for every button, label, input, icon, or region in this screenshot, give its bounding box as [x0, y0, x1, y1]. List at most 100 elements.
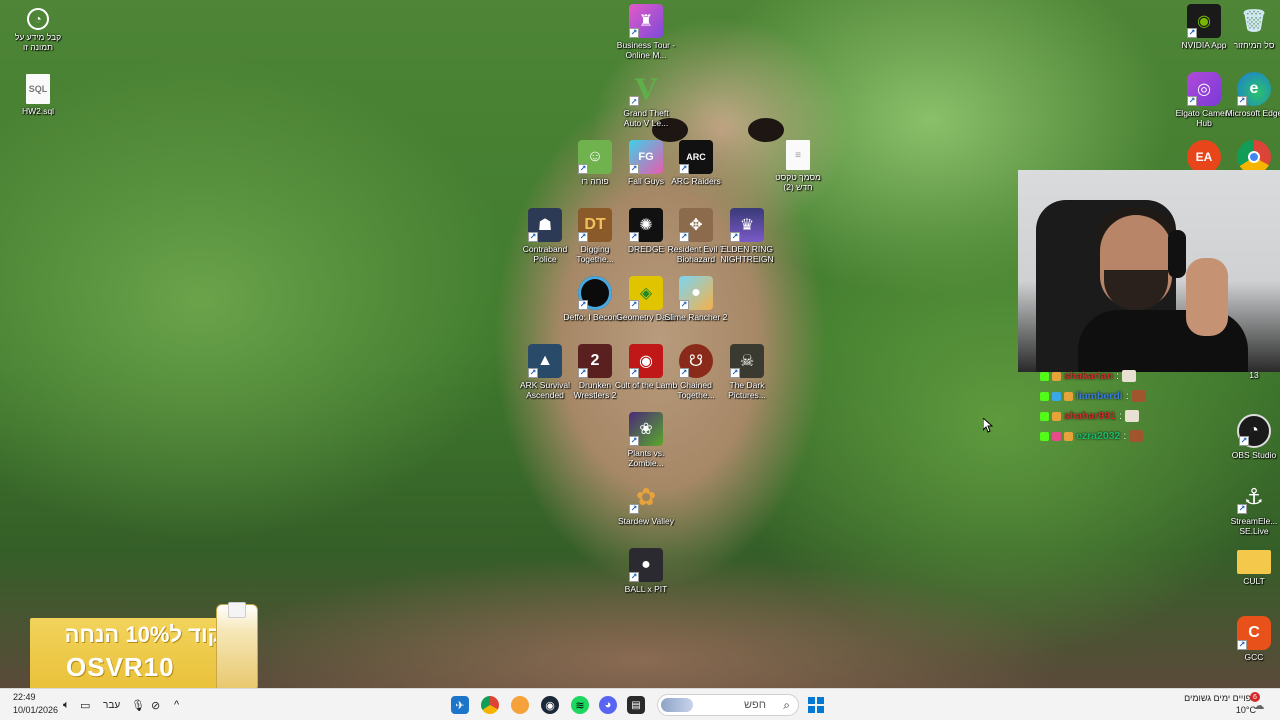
taskbar-app-spotify-icon[interactable]: ≋ [571, 696, 589, 714]
weather-widget[interactable]: צפויים ימים גשומים 10°C [1184, 692, 1256, 716]
geometry-dash-icon: ◈ ↗ [629, 276, 663, 310]
desktop-icon-dark-pictures[interactable]: ☠ ↗ The Dark Pictures... [715, 344, 779, 400]
promo-text: קוד ל10% הנחה [64, 622, 222, 647]
desktop-icon-obs[interactable]: ◔ ↗ OBS Studio [1222, 414, 1280, 460]
chat-username: shahar991 [1064, 410, 1116, 422]
desktop-icon-gta[interactable]: V ↗ Grand Theft Auto V Le... [614, 72, 678, 129]
streamelements-icon: ⚓ ↗ [1237, 484, 1264, 514]
desktop-icon-cult-folder[interactable]: CULT [1222, 550, 1280, 586]
kick-badge-icon [1040, 411, 1049, 421]
ea-icon: EA [1187, 140, 1221, 174]
icon-label: ELDEN RING NIGHTREIGN [720, 244, 774, 264]
desktop-icon-business-tour[interactable]: ♜ ↗ Business Tour - Online M... [614, 4, 678, 60]
webcam-headset [1168, 230, 1186, 278]
chat-emote-icon [1131, 390, 1146, 402]
chat-separator: : [1123, 430, 1127, 442]
icon-label: Business Tour - Online M... [616, 40, 676, 60]
icon-label: CULT [1243, 576, 1265, 586]
chat-username: shakarian [1064, 370, 1114, 382]
obs-icon: ◔ ↗ [1237, 414, 1271, 448]
gem-badge-icon [1052, 431, 1061, 441]
speaker-icon[interactable]: 🔈︎ [63, 696, 70, 714]
re7-icon: ✥ ↗ [679, 208, 713, 242]
chrome-icon [1237, 140, 1271, 174]
mouse-cursor-icon [983, 418, 993, 433]
cult-lamb-icon: ◉ ↗ [629, 344, 663, 378]
desktop-icon-gcc[interactable]: C ↗ GCC [1222, 616, 1280, 662]
desktop-icon-info[interactable]: ◔ קבל מידע על תמונה זו [6, 8, 70, 52]
chat-emote-icon [1129, 430, 1144, 442]
promo-banner: קוד ל10% הנחה OSVR10 [30, 618, 244, 690]
wallpaper-detail [748, 118, 784, 142]
clock-date[interactable]: 10/01/2026 [13, 705, 58, 715]
desktop-icon-pvz[interactable]: ❀ ↗ Plants vs. Zombie... [614, 412, 678, 468]
edge-icon: e ↗ [1237, 72, 1271, 106]
language-indicator[interactable]: עבר [103, 696, 120, 714]
search-highlight-image [661, 698, 693, 712]
desktop-icon-edge[interactable]: e ↗ Microsoft Edge [1222, 72, 1280, 118]
search-icon: ⌕ [783, 698, 790, 712]
kick-badge-icon [1040, 431, 1049, 441]
icon-label: קבל מידע על תמונה זו [14, 32, 62, 52]
file-icon: SQL [26, 74, 50, 104]
network-icon[interactable]: ▭ [80, 696, 90, 714]
icon-label: סל המיחזור [1233, 40, 1275, 50]
desktop-icon-text-file[interactable]: ≡ מסמך טקסט חדש (2) [766, 140, 830, 192]
arc-raiders-icon: ARC ↗ [679, 140, 713, 174]
desktop-icon-ball-pit[interactable]: ● ↗ BALL x PIT [614, 548, 678, 594]
chat-emote-icon [1124, 410, 1139, 422]
kick-badge-icon [1040, 371, 1049, 381]
notifications-off-icon[interactable]: ⊘ [151, 696, 160, 714]
business-tour-icon: ♜ ↗ [629, 4, 663, 38]
chat-message: shahar991 : [1040, 406, 1146, 426]
chained-icon: ☋ ↗ [679, 344, 713, 378]
gcc-icon: C ↗ [1237, 616, 1271, 650]
taskbar-search[interactable]: חפש ⌕ [657, 694, 799, 716]
icon-label: BALL x PIT [624, 584, 668, 594]
gta-icon: V ↗ [629, 72, 657, 106]
icon-label: Stardew Valley [617, 516, 675, 526]
desktop-icon-elden-ring[interactable]: ♛ ↗ ELDEN RING NIGHTREIGN [715, 208, 779, 264]
desktop-icon-slime-rancher[interactable]: ● ↗ Slime Rancher 2 [664, 276, 728, 322]
elgato-icon: ◎ ↗ [1187, 72, 1221, 106]
windows-logo-icon [808, 697, 824, 713]
taskbar-app-terminal-icon[interactable]: ▤ [627, 696, 645, 714]
nvidia-icon: ◉ ↗ [1187, 4, 1221, 38]
start-button[interactable] [807, 696, 825, 714]
chat-message: shakarian : [1040, 366, 1146, 386]
taskbar-app-chrome-icon[interactable] [481, 696, 499, 714]
chat-separator: : [1125, 390, 1129, 402]
webcam-overlay [1018, 170, 1280, 372]
stardew-icon: ✿ ↗ [629, 483, 657, 514]
fall-guys-icon: FG ↗ [629, 140, 663, 174]
taskbar-app-telegram-icon[interactable]: ✈︎ [451, 696, 469, 714]
chat-username: ezra2032 [1076, 430, 1121, 442]
clock-time[interactable]: 22:49 [13, 692, 36, 702]
perfume-cap-image [228, 602, 246, 618]
sword-badge-icon [1064, 431, 1073, 441]
icon-label: מסמך טקסט חדש (2) [775, 172, 821, 192]
desktop-icon-recycle-bin[interactable]: 🗑 סל המיחזור [1222, 4, 1280, 50]
desktop-icon-hw2[interactable]: SQL HW2.sql [6, 74, 70, 116]
desktop-icon-chrome[interactable] [1222, 140, 1280, 174]
taskbar-app-discord-icon[interactable]: ◕ [599, 696, 617, 714]
microphone-icon[interactable]: 🎙︎ [131, 696, 145, 714]
chat-separator: : [1116, 370, 1119, 382]
desktop-icon-streamelements[interactable]: ⚓ ↗ StreamEle... SE.Live [1222, 480, 1280, 536]
taskbar: 22:49 10/01/2026 🔈︎ ▭ עבר 🎙︎ ⊘ ^ ✈︎ ◉ ≋ … [0, 688, 1280, 720]
weather-temp: 10°C [1235, 705, 1256, 715]
game-icon: ☺ ↗ [578, 140, 612, 174]
desktop-icon-arc-raiders[interactable]: ARC ↗ ARC Raiders [664, 140, 728, 186]
weather-text: צפויים ימים גשומים [1184, 693, 1256, 703]
search-placeholder: חפש [744, 699, 766, 711]
chevron-up-icon[interactable]: ^ [174, 696, 179, 714]
chat-message: liamberdi : [1040, 386, 1146, 406]
taskbar-app-steam-icon[interactable]: ◉ [541, 696, 559, 714]
icon-label: ARC Raiders [671, 176, 721, 186]
icon-label: GCC [1244, 652, 1264, 662]
deffo-icon: ↗ [578, 276, 612, 310]
desktop-icon-stardew[interactable]: ✿ ↗ Stardew Valley [614, 480, 678, 527]
chat-separator: : [1118, 410, 1122, 422]
taskbar-app-icon[interactable] [511, 696, 529, 714]
chat-username: liamberdi [1076, 390, 1123, 402]
